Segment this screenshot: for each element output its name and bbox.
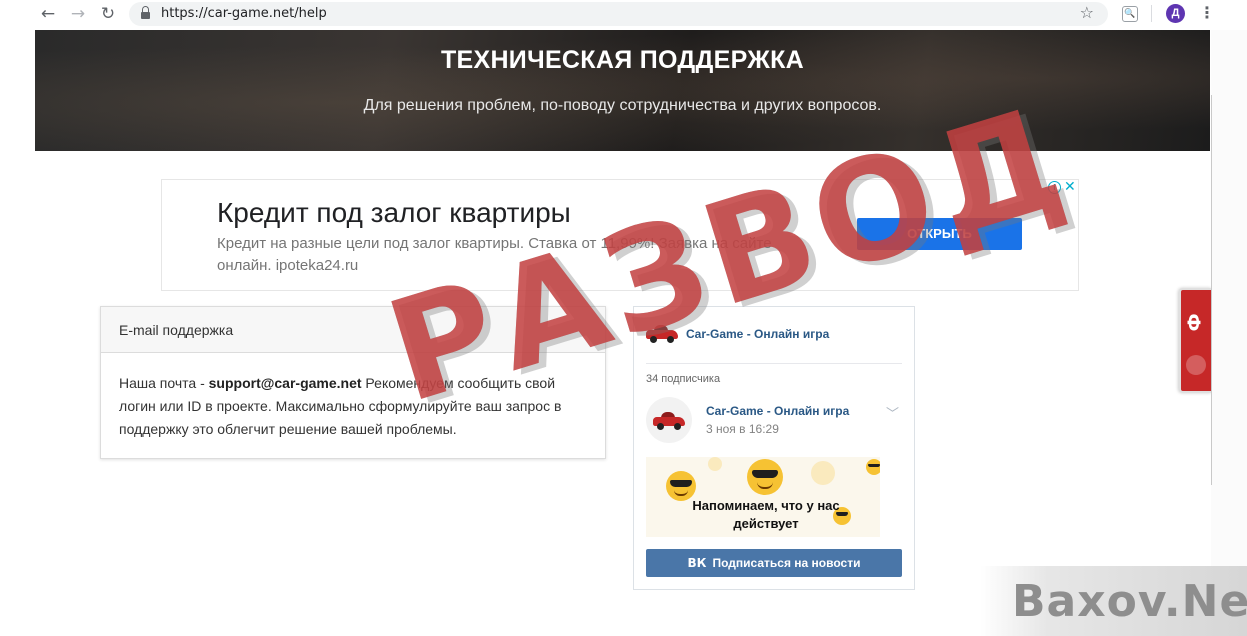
bookmark-star-icon[interactable]: ☆ <box>1080 3 1094 22</box>
email-card-header: E-mail поддержка <box>101 307 605 353</box>
sunglasses-emoji-icon <box>866 459 880 475</box>
hero-banner: ТЕХНИЧЕСКАЯ ПОДДЕРЖКА Для решения пробле… <box>35 30 1210 151</box>
ad-description[interactable]: Кредит на разные цели под залог квартиры… <box>217 233 787 277</box>
site-watermark: Baxov.Net <box>980 566 1247 636</box>
advertisement-block[interactable]: Кредит под залог квартиры Кредит на разн… <box>161 179 1079 291</box>
group-logo-car-icon <box>646 324 678 343</box>
vk-subscribe-button[interactable]: ВК Подписаться на новости <box>646 549 902 577</box>
url-text[interactable]: https://car-game.net/help <box>161 6 327 21</box>
page-scrollbar-edge <box>1211 95 1212 485</box>
ad-close-icon[interactable]: ✕ <box>1064 179 1076 195</box>
chevron-down-icon[interactable]: ﹀ <box>886 403 899 422</box>
vk-post-avatar[interactable] <box>646 397 692 443</box>
forward-arrow-icon[interactable]: → <box>68 4 88 24</box>
profile-avatar[interactable]: Д <box>1166 4 1185 23</box>
vk-post-date[interactable]: 3 ноя в 16:29 <box>706 422 779 436</box>
side-social-tab[interactable]: Ф <box>1179 288 1212 393</box>
vk-group-name[interactable]: Car-Game - Онлайн игра <box>686 327 829 341</box>
browser-menu-icon[interactable]: ⋮ <box>1199 3 1215 22</box>
page-scrollbar-track[interactable] <box>1211 30 1247 636</box>
vk-post-image[interactable]: Напоминаем, что у нас действует <box>646 457 880 537</box>
ad-title[interactable]: Кредит под залог квартиры <box>217 197 571 229</box>
lock-icon <box>141 6 150 19</box>
vk-group-header[interactable]: Car-Game - Онлайн игра <box>646 319 902 364</box>
ad-info-icon[interactable]: i <box>1048 181 1061 194</box>
vk-logo-icon: ВК <box>687 556 707 570</box>
email-card-body: Наша почта - support@car-game.net Рекоме… <box>119 372 589 441</box>
post-avatar-car-icon <box>653 411 685 430</box>
support-email-link[interactable]: support@car-game.net <box>209 375 362 391</box>
vk-post-author[interactable]: Car-Game - Онлайн игра <box>706 404 849 418</box>
page-title: ТЕХНИЧЕСКАЯ ПОДДЕРЖКА <box>440 46 805 74</box>
side-tab-letter: Ф <box>1184 313 1206 332</box>
reload-icon[interactable]: ↻ <box>98 4 118 24</box>
toolbar-divider <box>1151 5 1152 22</box>
watermark-text: Baxov.Net <box>1012 576 1247 627</box>
email-body-prefix: Наша почта - <box>119 375 209 391</box>
blurred-emoji-decoration <box>811 461 835 485</box>
sunglasses-emoji-icon <box>747 459 783 495</box>
vk-subscriber-count[interactable]: 34 подписчика <box>646 373 720 385</box>
email-support-card: E-mail поддержка Наша почта - support@ca… <box>100 306 606 459</box>
page-subtitle: Для решения проблем, по-поводу сотруднич… <box>363 97 882 114</box>
extension-icon[interactable]: 🔍 <box>1122 6 1138 22</box>
address-bar[interactable]: https://car-game.net/help ☆ <box>129 2 1108 26</box>
vk-subscribe-label: Подписаться на новости <box>712 556 861 570</box>
vk-group-widget: Car-Game - Онлайн игра 34 подписчика Car… <box>633 306 915 590</box>
browser-toolbar: ← → ↻ https://car-game.net/help ☆ 🔍 Д ⋮ <box>0 0 1247 28</box>
vk-post-image-text: Напоминаем, что у нас действует <box>692 498 840 531</box>
ad-open-button[interactable]: ОТКРЫТЬ <box>857 218 1022 250</box>
blurred-emoji-decoration <box>708 457 722 471</box>
side-tab-heart-icon <box>1186 355 1206 375</box>
back-arrow-icon[interactable]: ← <box>38 4 58 24</box>
email-card-title: E-mail поддержка <box>119 322 234 338</box>
